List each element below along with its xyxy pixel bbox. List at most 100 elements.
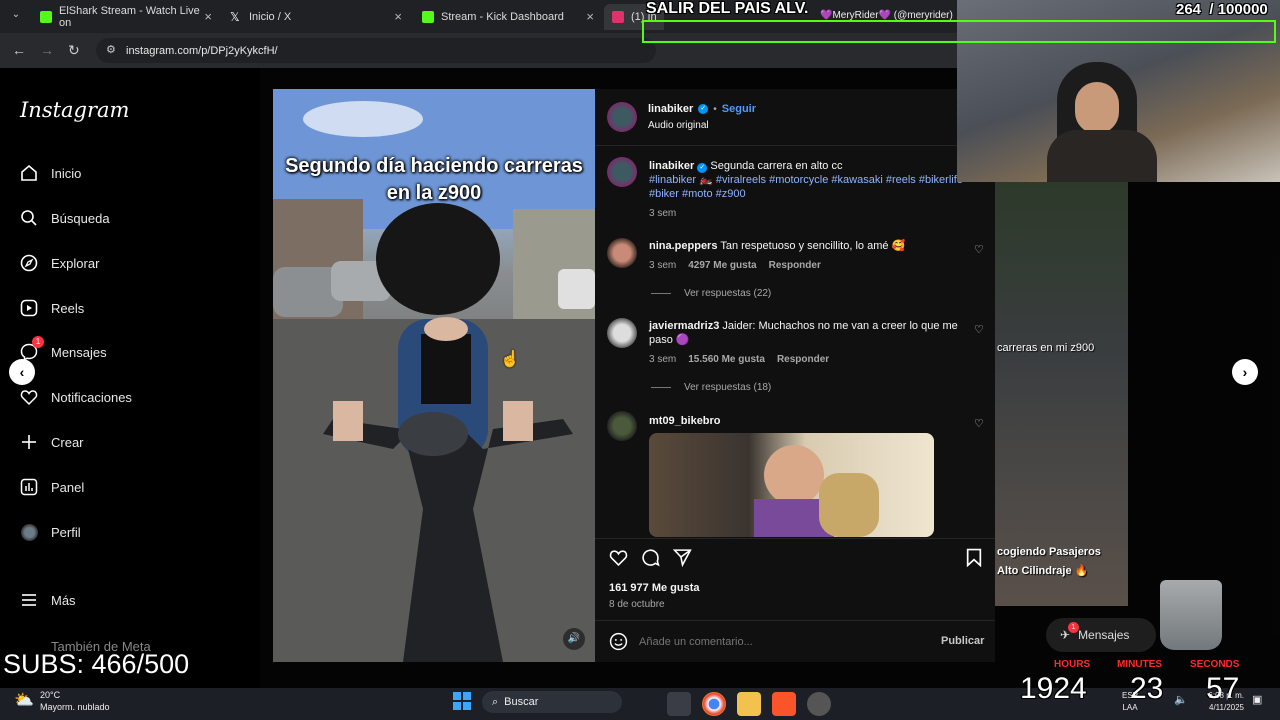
- tab-x[interactable]: 𝕏 Inicio / X ×: [222, 4, 408, 30]
- follow-button[interactable]: Seguir: [722, 103, 756, 115]
- timer-labels: HOURS MINUTES SECONDS: [1054, 659, 1244, 671]
- reel-video[interactable]: Segundo día haciendo carreras en la z900…: [273, 89, 595, 662]
- site-info-icon[interactable]: ⚙: [106, 43, 116, 56]
- thumb-caption: cogiendo Pasajeros: [997, 546, 1101, 558]
- comment-likes[interactable]: 15.560 Me gusta: [688, 354, 765, 365]
- tab-kick-dashboard[interactable]: Stream - Kick Dashboard ×: [414, 4, 600, 30]
- sidebar-item-notificaciones[interactable]: Notificaciones: [20, 388, 132, 406]
- comment-username[interactable]: nina.peppers: [649, 240, 717, 252]
- comment-avatar[interactable]: [607, 238, 637, 268]
- comment-avatar[interactable]: [607, 318, 637, 348]
- view-replies-button[interactable]: Ver respuestas (22): [651, 288, 771, 299]
- taskbar-search[interactable]: ⌕ Buscar: [482, 691, 622, 713]
- clock[interactable]: 6:08 p. m. 4/11/2025: [1200, 690, 1244, 714]
- share-icon[interactable]: [672, 548, 692, 572]
- mute-button[interactable]: 🔊: [563, 628, 585, 650]
- seconds-label: SECONDS: [1190, 659, 1240, 670]
- close-icon[interactable]: ×: [394, 9, 402, 24]
- like-icon[interactable]: [609, 548, 628, 572]
- like-comment-icon[interactable]: ♡: [974, 243, 984, 256]
- tab-label: ElShark Stream - Watch Live on: [59, 5, 200, 29]
- sidebar-item-mas[interactable]: Más: [20, 591, 76, 609]
- comment-input[interactable]: [639, 633, 919, 651]
- author-username[interactable]: linabiker: [648, 103, 693, 115]
- view-replies-button[interactable]: Ver respuestas (18): [651, 382, 771, 393]
- weather-icon[interactable]: ⛅: [14, 690, 34, 710]
- comment-avatar[interactable]: [607, 411, 637, 441]
- comment: javiermadriz3 Jaider: Muchachos no me va…: [649, 319, 964, 347]
- sidebar-item-inicio[interactable]: Inicio: [20, 164, 81, 182]
- comment-username[interactable]: javiermadriz3: [649, 320, 719, 332]
- close-icon[interactable]: ×: [204, 9, 212, 24]
- sidebar-item-label: Reels: [51, 300, 85, 316]
- messenger-icon: ✈ 1: [1060, 622, 1079, 642]
- sidebar-item-panel[interactable]: Panel: [20, 478, 84, 496]
- kick-icon: [40, 11, 52, 23]
- caption-time: 3 sem: [649, 208, 677, 219]
- reply-button[interactable]: Responder: [777, 354, 829, 365]
- heart-icon: [20, 388, 38, 406]
- volume-icon[interactable]: 🔈: [1174, 693, 1188, 706]
- url-field[interactable]: ⚙ instagram.com/p/DPj2yKykcfH/: [96, 38, 656, 63]
- caption-username[interactable]: linabiker: [649, 160, 694, 172]
- hours-label: HOURS: [1054, 659, 1091, 670]
- forward-icon[interactable]: →: [40, 42, 54, 58]
- publish-button[interactable]: Publicar: [941, 635, 984, 647]
- save-icon[interactable]: [965, 548, 983, 572]
- menu-icon: [20, 591, 38, 609]
- sidebar-item-reels[interactable]: Reels: [20, 299, 84, 317]
- comment-gif[interactable]: [649, 433, 934, 537]
- audio-label[interactable]: Audio original: [648, 120, 709, 131]
- close-icon[interactable]: ×: [586, 9, 594, 24]
- caption-text: Segunda carrera en alto cc: [710, 160, 843, 172]
- caption-avatar[interactable]: [607, 157, 637, 187]
- tab-elshark[interactable]: ElShark Stream - Watch Live on ×: [32, 4, 218, 30]
- sidebar-item-label: Perfil: [51, 524, 81, 540]
- sidebar-item-busqueda[interactable]: Búsqueda: [20, 209, 110, 227]
- sidebar-item-label: Explorar: [51, 255, 100, 271]
- emoji-icon[interactable]: [609, 632, 628, 656]
- next-post-button[interactable]: ›: [1232, 359, 1258, 385]
- sidebar-item-perfil[interactable]: Perfil: [20, 523, 81, 541]
- sidebar-item-mensajes[interactable]: 1 Mensajes: [20, 336, 107, 361]
- mouse-cursor-icon: ☝: [500, 351, 520, 368]
- comment: mt09_bikebro: [649, 414, 721, 428]
- author-avatar[interactable]: [607, 102, 637, 132]
- reply-button[interactable]: Responder: [769, 260, 821, 271]
- weather-temp[interactable]: 20°C: [40, 690, 60, 700]
- comment-username[interactable]: mt09_bikebro: [649, 415, 721, 427]
- messages-pill[interactable]: ✈ 1 Mensajes: [1046, 618, 1156, 652]
- like-comment-icon[interactable]: ♡: [974, 323, 984, 336]
- post-side-panel: linabiker ✓ • Seguir Audio original lina…: [595, 89, 995, 662]
- instagram-logo[interactable]: Instagram: [20, 98, 129, 122]
- panel-icon: [20, 478, 38, 496]
- windows-start-icon[interactable]: [453, 692, 471, 710]
- comment-meta: 3 sem 15.560 Me gusta Responder: [649, 354, 829, 365]
- file-explorer-icon[interactable]: [737, 692, 761, 716]
- chrome-icon[interactable]: [702, 692, 726, 716]
- divider: [595, 620, 995, 621]
- like-comment-icon[interactable]: ♡: [974, 417, 984, 430]
- likes-count[interactable]: 161 977 Me gusta: [609, 582, 700, 594]
- sidebar-item-crear[interactable]: Crear: [20, 433, 84, 451]
- back-icon[interactable]: ←: [12, 42, 26, 58]
- goal-counter-overlay: 264 / 100000: [1176, 1, 1268, 18]
- tab-list-button[interactable]: ⌄: [8, 9, 24, 25]
- language-indicator[interactable]: ESP LAA: [1122, 690, 1138, 714]
- verified-icon: ✓: [698, 104, 709, 114]
- caption-hashtags[interactable]: #linabiker 🏍️ #viralreels #motorcycle #k…: [649, 174, 963, 200]
- task-view-icon[interactable]: [667, 692, 691, 716]
- previous-post-button[interactable]: ‹: [9, 359, 35, 385]
- sidebar-item-explorar[interactable]: Explorar: [20, 254, 99, 272]
- clock-date: 4/11/2025: [1209, 703, 1244, 712]
- weather-desc[interactable]: Mayorm. nublado: [40, 702, 110, 712]
- notification-icon[interactable]: ▣: [1252, 693, 1262, 706]
- app-icon[interactable]: [807, 692, 831, 716]
- comment-icon[interactable]: [641, 548, 660, 572]
- comment-likes[interactable]: 4297 Me gusta: [688, 260, 756, 271]
- reload-icon[interactable]: ↻: [68, 42, 80, 59]
- thumb-caption: carreras en mi z900: [997, 342, 1095, 354]
- brave-icon[interactable]: [772, 692, 796, 716]
- next-post-preview[interactable]: carreras en mi z900 cogiendo Pasajeros A…: [995, 182, 1128, 606]
- clock-time: 6:08 p. m.: [1208, 691, 1244, 700]
